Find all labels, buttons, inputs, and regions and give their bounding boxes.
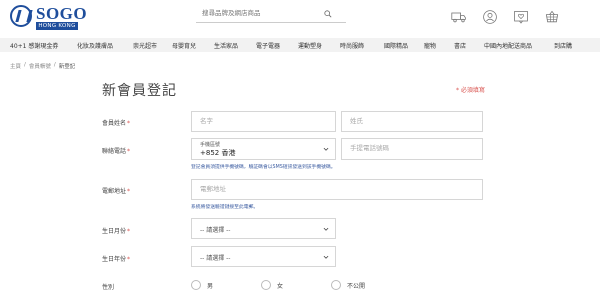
- cart-icon[interactable]: [544, 9, 560, 25]
- required-star: *: [127, 120, 131, 127]
- user-icon[interactable]: [482, 9, 498, 25]
- breadcrumb: 主頁 / 會員帳號 / 新登記: [10, 62, 75, 70]
- nav-item-supermarket[interactable]: 崇光超市: [133, 41, 157, 50]
- gender-option-label: 女: [277, 282, 284, 290]
- page-title: 新會員登記: [102, 83, 177, 99]
- phone-code-select[interactable]: 手機區號 +852 香港: [191, 138, 336, 160]
- nav-item-sports[interactable]: 運動塑身: [298, 41, 322, 50]
- nav-item-fashion[interactable]: 時尚服飾: [340, 41, 364, 50]
- required-star: *: [127, 228, 131, 235]
- phone-label-text: 聯絡電話: [102, 148, 127, 155]
- gender-label-text: 性別: [102, 284, 115, 291]
- radio-button[interactable]: [261, 280, 271, 290]
- required-star: *: [127, 188, 131, 195]
- nav-item-mainland[interactable]: 中國內地配送商品: [484, 41, 532, 50]
- logo-text: SOGO: [36, 4, 88, 23]
- nav-item-luxury[interactable]: 國際精品: [384, 41, 408, 50]
- radio-button[interactable]: [191, 280, 201, 290]
- first-name-field: [191, 111, 336, 132]
- breadcrumb-current: 新登記: [58, 64, 76, 70]
- nav-item-instore[interactable]: 到店購: [554, 41, 572, 50]
- nav-item-pets[interactable]: 寵物: [424, 41, 436, 50]
- last-name-field: [341, 111, 483, 132]
- header-icons: [451, 9, 560, 25]
- heart-icon[interactable]: [513, 9, 529, 25]
- birth-year-label-text: 生日年份: [102, 256, 127, 263]
- sogo-logo-icon: [10, 5, 32, 27]
- phone-code-value: +852 香港: [200, 149, 236, 157]
- gender-option-female[interactable]: 女: [261, 280, 283, 290]
- last-name-input[interactable]: [350, 117, 469, 125]
- breadcrumb-home[interactable]: 主頁: [10, 62, 21, 70]
- sogo-logo[interactable]: SOGO HONG KONG: [10, 4, 90, 32]
- breadcrumb-separator: /: [24, 62, 26, 68]
- email-label-text: 電郵地址: [102, 188, 127, 195]
- chevron-down-icon: [323, 255, 329, 259]
- truck-icon[interactable]: [451, 9, 467, 25]
- gender-option-male[interactable]: 男: [191, 280, 213, 290]
- birth-year-select[interactable]: -- 請選擇 --: [191, 246, 336, 267]
- birth-month-value: -- 請選擇 --: [200, 227, 231, 234]
- gender-option-label: 男: [207, 282, 214, 290]
- nav-item-electronics[interactable]: 電子電器: [256, 41, 280, 50]
- site-header: SOGO HONG KONG: [0, 0, 600, 37]
- search-bar: [196, 7, 346, 23]
- gender-label: 性別: [102, 282, 114, 291]
- birth-month-select[interactable]: -- 請選擇 --: [191, 218, 336, 239]
- nav-item-home[interactable]: 生活家品: [214, 41, 238, 50]
- breadcrumb-separator: /: [53, 62, 56, 68]
- logo-subtitle: HONG KONG: [36, 22, 78, 30]
- gender-option-private[interactable]: 不公開: [331, 280, 365, 290]
- required-star: *: [127, 148, 131, 155]
- nav-item-beauty[interactable]: 化妝及護膚品: [77, 41, 113, 50]
- phone-hint: 登記會員須提供手機號碼，驗証碼會以SMS短訊發送到該手機號碼。: [191, 165, 336, 170]
- breadcrumb-member[interactable]: 會員帳號: [29, 62, 51, 70]
- required-star: *: [127, 256, 131, 263]
- birth-year-value: -- 請選擇 --: [200, 255, 231, 262]
- required-note: * 必須填寫: [456, 87, 485, 94]
- phone-code-label: 手機區號: [200, 142, 221, 148]
- phone-label: 聯絡電話*: [102, 146, 130, 155]
- name-label-text: 會員姓名: [102, 120, 127, 127]
- birth-year-label: 生日年份*: [102, 254, 130, 263]
- chevron-down-icon: [323, 227, 329, 231]
- phone-number-field: [341, 138, 483, 160]
- birth-month-label-text: 生日月份: [102, 228, 127, 235]
- email-label: 電郵地址*: [102, 186, 130, 195]
- nav-item-coupon[interactable]: 40+1 感謝現金券: [10, 41, 58, 50]
- first-name-input[interactable]: [200, 117, 322, 125]
- email-input[interactable]: [200, 185, 447, 193]
- email-hint: 系統將發送驗證鏈接至此電郵。: [191, 205, 259, 210]
- nav-item-baby[interactable]: 母嬰育兒: [172, 41, 196, 50]
- category-nav: 40+1 感謝現金券 化妝及護膚品 崇光超市 母嬰育兒 生活家品 電子電器 運動…: [0, 38, 600, 52]
- nav-item-books[interactable]: 書店: [454, 41, 466, 50]
- birth-month-label: 生日月份*: [102, 226, 130, 235]
- phone-number-input[interactable]: [350, 144, 469, 152]
- chevron-down-icon: [323, 147, 329, 151]
- gender-option-label: 不公開: [347, 282, 366, 290]
- search-icon[interactable]: [324, 10, 332, 18]
- email-field: [191, 179, 483, 200]
- name-label: 會員姓名*: [102, 118, 130, 127]
- search-input[interactable]: [202, 9, 322, 17]
- radio-button[interactable]: [331, 280, 341, 290]
